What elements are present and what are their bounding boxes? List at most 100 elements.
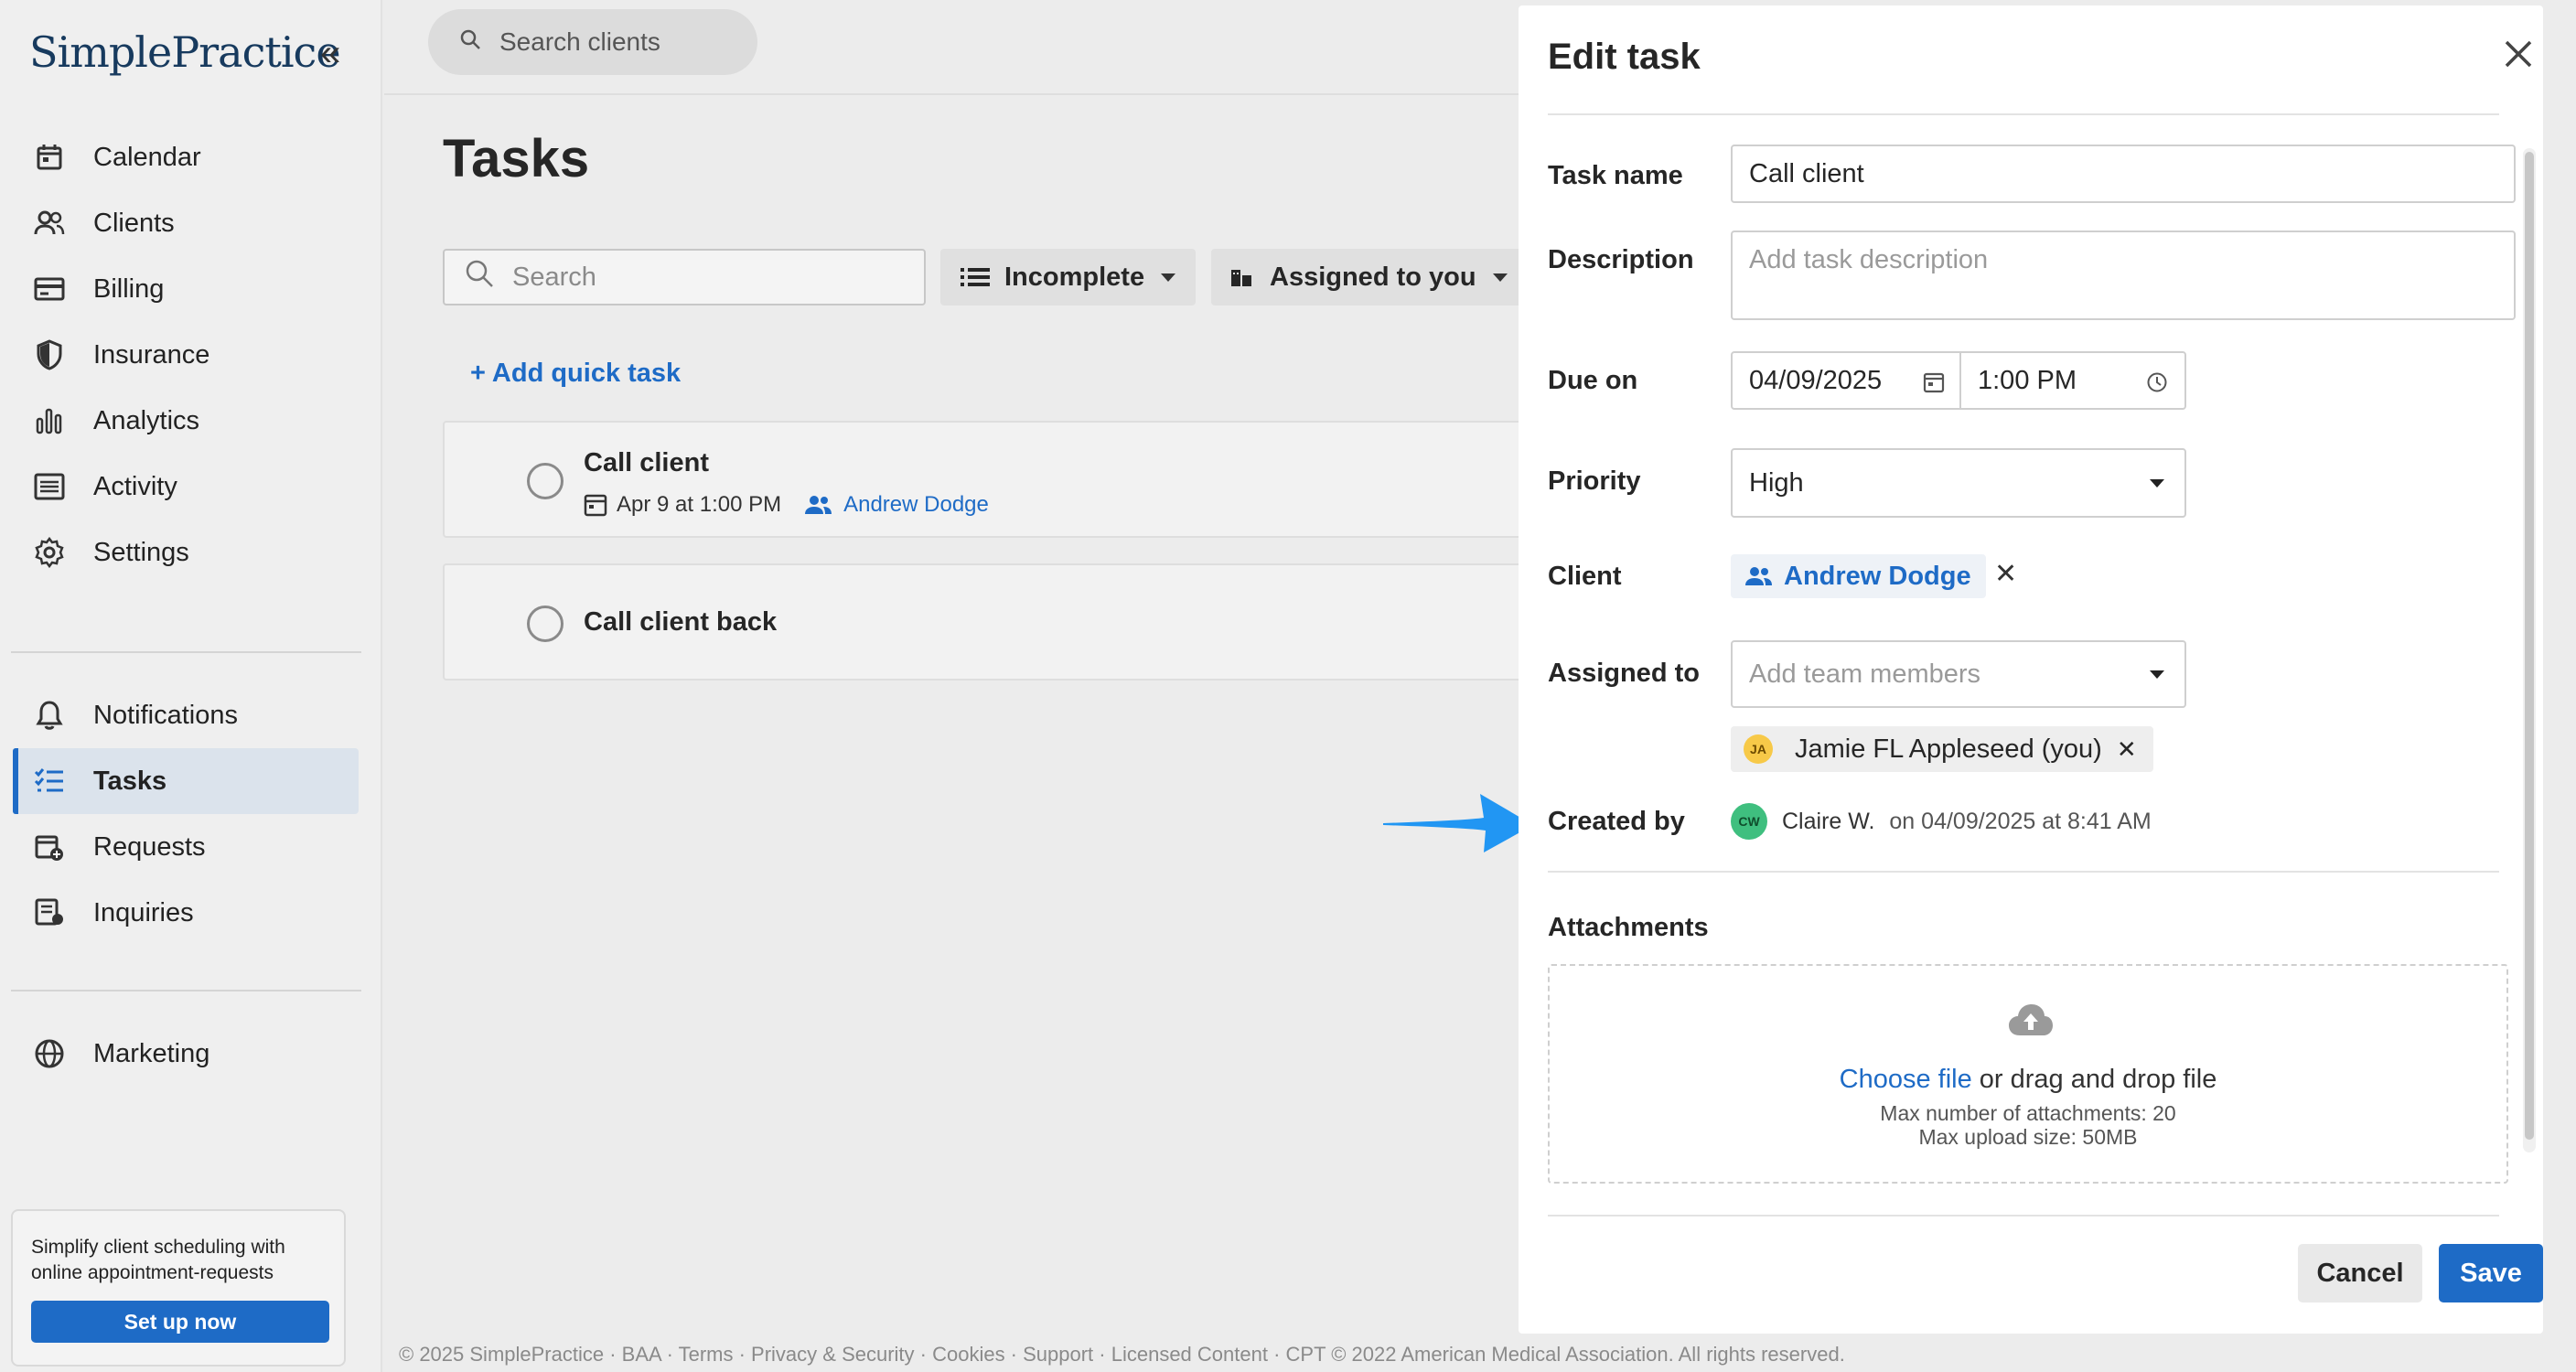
assignee-filter-label: Assigned to you [1270, 262, 1476, 292]
remove-member-icon[interactable]: ✕ [2117, 735, 2137, 764]
task-client-link[interactable]: Andrew Dodge [843, 492, 989, 518]
description-label: Description [1548, 245, 1694, 274]
dialog-divider [1548, 113, 2499, 115]
setup-now-button[interactable]: Set up now [31, 1301, 329, 1343]
priority-label: Priority [1548, 466, 1641, 496]
page-title: Tasks [443, 129, 590, 188]
sidebar-item-calendar[interactable]: Calendar [13, 124, 359, 190]
list-item[interactable]: Call client Apr 9 at 1:00 PM Andrew Dodg… [443, 421, 1522, 538]
globe-icon [33, 1037, 66, 1070]
sidebar-item-notifications[interactable]: Notifications [13, 682, 359, 748]
sidebar-item-label: Insurance [93, 339, 210, 370]
sidebar-item-insurance[interactable]: Insurance [13, 322, 359, 388]
search-icon [465, 259, 494, 295]
requests-icon [33, 831, 66, 863]
sidebar-item-label: Tasks [93, 766, 167, 796]
shield-icon [33, 338, 66, 371]
chevron-down-icon [2150, 670, 2164, 679]
assign-team-placeholder: Add team members [1749, 659, 1981, 689]
clock-icon [2146, 371, 2168, 393]
clients-icon [1745, 565, 1773, 587]
logo[interactable]: SimplePractice [29, 27, 341, 77]
cloud-upload-icon [2007, 1002, 2055, 1042]
complete-task-checkbox[interactable] [527, 606, 564, 642]
client-chip[interactable]: Andrew Dodge [1731, 554, 1986, 598]
topbar: Search clients [384, 0, 1519, 95]
assigned-member-name: Jamie FL Appleseed (you) [1795, 734, 2102, 764]
assign-team-members-select[interactable]: Add team members [1731, 640, 2186, 708]
list-icon [961, 266, 990, 288]
clients-icon [33, 207, 66, 240]
created-by-label: Created by [1548, 807, 1685, 836]
client-label: Client [1548, 562, 1622, 591]
task-search-input[interactable]: Search [443, 249, 926, 305]
description-placeholder: Add task description [1749, 245, 1989, 274]
dialog-title: Edit task [1548, 37, 1701, 77]
sidebar-item-label: Inquiries [93, 897, 194, 927]
save-button[interactable]: Save [2439, 1244, 2543, 1302]
description-textarea[interactable]: Add task description [1731, 230, 2516, 320]
task-due-date: Apr 9 at 1:00 PM [617, 492, 782, 517]
complete-task-checkbox[interactable] [527, 463, 564, 499]
list-item[interactable]: Call client back [443, 563, 1522, 681]
task-name-input[interactable]: Call client [1731, 145, 2516, 203]
sidebar-item-label: Clients [93, 208, 175, 238]
nav-divider [11, 990, 361, 991]
task-search-placeholder: Search [512, 262, 596, 292]
dialog-divider [1548, 871, 2499, 873]
sidebar-item-marketing[interactable]: Marketing [13, 1021, 359, 1087]
remove-client-icon[interactable]: ✕ [1994, 558, 2017, 590]
sidebar: SimplePractice « Calendar Clients Billin… [0, 0, 382, 1372]
due-time-input[interactable]: 1:00 PM [1959, 351, 2186, 410]
assignee-filter-dropdown[interactable]: Assigned to you [1211, 249, 1528, 305]
avatar: CW [1731, 803, 1767, 840]
max-attachments-text: Max number of attachments: 20 [1880, 1101, 2176, 1125]
task-meta: Apr 9 at 1:00 PM Andrew Dodge [584, 492, 989, 518]
sidebar-item-tasks[interactable]: Tasks [13, 748, 359, 814]
add-quick-task-button[interactable]: + Add quick task [470, 359, 681, 389]
cancel-button[interactable]: Cancel [2298, 1244, 2422, 1302]
max-size-text: Max upload size: 50MB [1918, 1125, 2138, 1149]
close-icon[interactable] [2503, 38, 2534, 74]
activity-icon [33, 470, 66, 503]
sidebar-item-analytics[interactable]: Analytics [13, 388, 359, 454]
task-name-label: Task name [1548, 161, 1683, 190]
attachments-label: Attachments [1548, 913, 1709, 942]
sidebar-item-requests[interactable]: Requests [13, 814, 359, 880]
sidebar-item-settings[interactable]: Settings [13, 520, 359, 585]
dialog-scrollbar[interactable] [2523, 148, 2536, 1152]
scrollbar-thumb[interactable] [2525, 152, 2534, 1140]
task-name: Call client back [584, 607, 778, 637]
sidebar-item-clients[interactable]: Clients [13, 190, 359, 256]
calendar-icon [1923, 371, 1945, 393]
chevron-down-icon [1161, 273, 1176, 282]
inquiries-icon [33, 896, 66, 929]
search-clients-input[interactable]: Search clients [428, 9, 757, 75]
nav-primary: Calendar Clients Billing Insurance Analy… [13, 124, 359, 585]
status-filter-dropdown[interactable]: Incomplete [940, 249, 1197, 305]
edit-task-dialog: Edit task Task name Call client Descript… [1519, 5, 2543, 1334]
sidebar-item-inquiries[interactable]: Inquiries [13, 880, 359, 946]
task-name-value: Call client [1749, 158, 1864, 188]
analytics-icon [33, 404, 66, 437]
file-dropzone[interactable]: Choose file or drag and drop file Max nu… [1548, 964, 2508, 1184]
status-filter-label: Incomplete [1004, 262, 1145, 292]
nav-secondary: Notifications Tasks Requests Inquiries [13, 682, 359, 946]
assigned-member-chip[interactable]: JA Jamie FL Appleseed (you) ✕ [1731, 726, 2153, 772]
choose-file-link[interactable]: Choose file [1840, 1065, 1972, 1094]
calendar-icon [33, 141, 66, 174]
due-on-label: Due on [1548, 366, 1638, 395]
search-icon [459, 27, 481, 57]
pointer-arrow-icon [1383, 794, 1533, 852]
nav-tertiary: Marketing [13, 1021, 359, 1087]
clients-icon [805, 494, 832, 516]
priority-value: High [1749, 467, 1804, 498]
sidebar-item-billing[interactable]: Billing [13, 256, 359, 322]
billing-icon [33, 273, 66, 305]
sidebar-item-activity[interactable]: Activity [13, 454, 359, 520]
created-by-name: Claire W. [1782, 808, 1875, 834]
promo-text: Simplify client scheduling with online a… [31, 1237, 285, 1283]
due-date-input[interactable]: 04/09/2025 [1731, 351, 1961, 410]
priority-select[interactable]: High [1731, 448, 2186, 518]
collapse-sidebar-icon[interactable]: « [320, 35, 340, 71]
